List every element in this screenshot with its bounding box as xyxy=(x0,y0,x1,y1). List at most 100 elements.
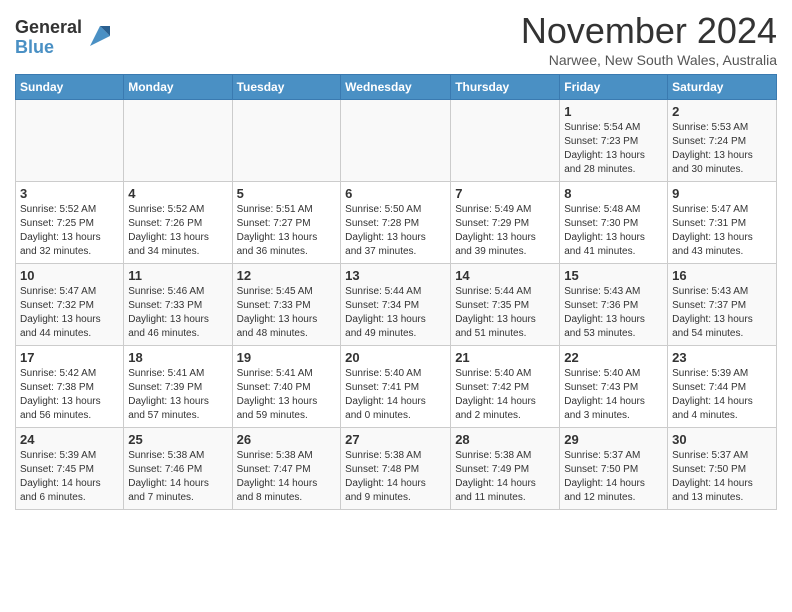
calendar-cell: 3Sunrise: 5:52 AM Sunset: 7:25 PM Daylig… xyxy=(16,182,124,264)
day-number: 8 xyxy=(564,186,663,201)
logo-general-text: General xyxy=(15,18,82,38)
day-info: Sunrise: 5:47 AM Sunset: 7:32 PM Dayligh… xyxy=(20,285,119,341)
day-info: Sunrise: 5:49 AM Sunset: 7:29 PM Dayligh… xyxy=(455,203,555,259)
day-number: 19 xyxy=(237,350,337,365)
day-number: 12 xyxy=(237,268,337,283)
calendar-cell: 23 Sunrise: 5:39 AM Sunset: 7:44 PM Dayli… xyxy=(668,346,777,428)
day-number: 27 xyxy=(345,432,446,447)
day-info: Sunrise: 5:43 AM Sunset: 7:36 PM Dayligh… xyxy=(564,285,663,341)
calendar-cell xyxy=(341,100,451,182)
day-number: 11 xyxy=(128,268,227,283)
logo-icon xyxy=(86,22,114,50)
calendar-cell: 30Sunrise: 5:37 AM Sunset: 7:50 PM Dayli… xyxy=(668,428,777,510)
day-info: Sunrise: 5:44 AM Sunset: 7:34 PM Dayligh… xyxy=(345,285,446,341)
location-text: Narwee, New South Wales, Australia xyxy=(521,52,777,68)
calendar-cell: 24Sunrise: 5:39 AM Sunset: 7:45 PM Dayli… xyxy=(16,428,124,510)
calendar-cell: 10 Sunrise: 5:47 AM Sunset: 7:32 PM Dayli… xyxy=(16,264,124,346)
day-number: 14 xyxy=(455,268,555,283)
day-info: Sunrise: 5:38 AM Sunset: 7:46 PM Dayligh… xyxy=(128,449,227,505)
calendar-cell: 9 Sunrise: 5:47 AM Sunset: 7:31 PM Daylig… xyxy=(668,182,777,264)
calendar-cell: 19Sunrise: 5:41 AM Sunset: 7:40 PM Dayli… xyxy=(232,346,341,428)
weekday-header-tuesday: Tuesday xyxy=(232,75,341,100)
calendar-cell: 8Sunrise: 5:48 AM Sunset: 7:30 PM Daylig… xyxy=(560,182,668,264)
day-number: 4 xyxy=(128,186,227,201)
day-number: 5 xyxy=(237,186,337,201)
day-number: 30 xyxy=(672,432,772,447)
calendar-cell: 22 Sunrise: 5:40 AM Sunset: 7:43 PM Dayli… xyxy=(560,346,668,428)
day-info: Sunrise: 5:37 AM Sunset: 7:50 PM Dayligh… xyxy=(564,449,663,505)
day-number: 1 xyxy=(564,104,663,119)
calendar-cell: 16 Sunrise: 5:43 AM Sunset: 7:37 PM Dayli… xyxy=(668,264,777,346)
day-number: 20 xyxy=(345,350,446,365)
day-info: Sunrise: 5:38 AM Sunset: 7:48 PM Dayligh… xyxy=(345,449,446,505)
day-info: Sunrise: 5:40 AM Sunset: 7:42 PM Dayligh… xyxy=(455,367,555,423)
calendar-cell: 20 Sunrise: 5:40 AM Sunset: 7:41 PM Dayli… xyxy=(341,346,451,428)
calendar-cell: 28 Sunrise: 5:38 AM Sunset: 7:49 PM Dayli… xyxy=(451,428,560,510)
day-info: Sunrise: 5:38 AM Sunset: 7:49 PM Dayligh… xyxy=(455,449,555,505)
calendar-cell xyxy=(451,100,560,182)
weekday-header-row: SundayMondayTuesdayWednesdayThursdayFrid… xyxy=(16,75,777,100)
day-info: Sunrise: 5:45 AM Sunset: 7:33 PM Dayligh… xyxy=(237,285,337,341)
day-number: 23 xyxy=(672,350,772,365)
day-info: Sunrise: 5:52 AM Sunset: 7:26 PM Dayligh… xyxy=(128,203,227,259)
day-number: 22 xyxy=(564,350,663,365)
calendar-cell: 11Sunrise: 5:46 AM Sunset: 7:33 PM Dayli… xyxy=(124,264,232,346)
day-info: Sunrise: 5:41 AM Sunset: 7:39 PM Dayligh… xyxy=(128,367,227,423)
day-info: Sunrise: 5:40 AM Sunset: 7:43 PM Dayligh… xyxy=(564,367,663,423)
day-number: 15 xyxy=(564,268,663,283)
calendar-cell: 15 Sunrise: 5:43 AM Sunset: 7:36 PM Dayli… xyxy=(560,264,668,346)
calendar-cell: 27 Sunrise: 5:38 AM Sunset: 7:48 PM Dayli… xyxy=(341,428,451,510)
weekday-header-wednesday: Wednesday xyxy=(341,75,451,100)
calendar-cell: 2 Sunrise: 5:53 AM Sunset: 7:24 PM Daylig… xyxy=(668,100,777,182)
calendar-table: SundayMondayTuesdayWednesdayThursdayFrid… xyxy=(15,74,777,510)
calendar-cell: 18 Sunrise: 5:41 AM Sunset: 7:39 PM Dayli… xyxy=(124,346,232,428)
day-info: Sunrise: 5:47 AM Sunset: 7:31 PM Dayligh… xyxy=(672,203,772,259)
calendar-week-row: 10 Sunrise: 5:47 AM Sunset: 7:32 PM Dayli… xyxy=(16,264,777,346)
day-number: 6 xyxy=(345,186,446,201)
day-info: Sunrise: 5:51 AM Sunset: 7:27 PM Dayligh… xyxy=(237,203,337,259)
day-info: Sunrise: 5:43 AM Sunset: 7:37 PM Dayligh… xyxy=(672,285,772,341)
day-info: Sunrise: 5:44 AM Sunset: 7:35 PM Dayligh… xyxy=(455,285,555,341)
day-number: 26 xyxy=(237,432,337,447)
day-info: Sunrise: 5:38 AM Sunset: 7:47 PM Dayligh… xyxy=(237,449,337,505)
logo-blue-text: Blue xyxy=(15,38,82,58)
day-info: Sunrise: 5:50 AM Sunset: 7:28 PM Dayligh… xyxy=(345,203,446,259)
day-number: 18 xyxy=(128,350,227,365)
calendar-cell: 25 Sunrise: 5:38 AM Sunset: 7:46 PM Dayli… xyxy=(124,428,232,510)
day-number: 2 xyxy=(672,104,772,119)
day-number: 28 xyxy=(455,432,555,447)
day-info: Sunrise: 5:53 AM Sunset: 7:24 PM Dayligh… xyxy=(672,121,772,177)
calendar-cell: 7 Sunrise: 5:49 AM Sunset: 7:29 PM Daylig… xyxy=(451,182,560,264)
day-number: 7 xyxy=(455,186,555,201)
day-number: 10 xyxy=(20,268,119,283)
weekday-header-thursday: Thursday xyxy=(451,75,560,100)
day-number: 17 xyxy=(20,350,119,365)
calendar-cell xyxy=(232,100,341,182)
day-number: 3 xyxy=(20,186,119,201)
day-number: 13 xyxy=(345,268,446,283)
weekday-header-friday: Friday xyxy=(560,75,668,100)
calendar-cell xyxy=(16,100,124,182)
calendar-cell: 14 Sunrise: 5:44 AM Sunset: 7:35 PM Dayli… xyxy=(451,264,560,346)
calendar-cell: 5 Sunrise: 5:51 AM Sunset: 7:27 PM Daylig… xyxy=(232,182,341,264)
day-info: Sunrise: 5:54 AM Sunset: 7:23 PM Dayligh… xyxy=(564,121,663,177)
calendar-week-row: 3Sunrise: 5:52 AM Sunset: 7:25 PM Daylig… xyxy=(16,182,777,264)
month-title: November 2024 xyxy=(521,10,777,52)
calendar-cell: 4 Sunrise: 5:52 AM Sunset: 7:26 PM Daylig… xyxy=(124,182,232,264)
day-info: Sunrise: 5:42 AM Sunset: 7:38 PM Dayligh… xyxy=(20,367,119,423)
calendar-cell xyxy=(124,100,232,182)
calendar-cell: 6 Sunrise: 5:50 AM Sunset: 7:28 PM Daylig… xyxy=(341,182,451,264)
day-number: 16 xyxy=(672,268,772,283)
day-number: 25 xyxy=(128,432,227,447)
calendar-cell: 12 Sunrise: 5:45 AM Sunset: 7:33 PM Dayli… xyxy=(232,264,341,346)
calendar-cell: 26 Sunrise: 5:38 AM Sunset: 7:47 PM Dayli… xyxy=(232,428,341,510)
weekday-header-sunday: Sunday xyxy=(16,75,124,100)
calendar-cell: 29Sunrise: 5:37 AM Sunset: 7:50 PM Dayli… xyxy=(560,428,668,510)
calendar-cell: 1 Sunrise: 5:54 AM Sunset: 7:23 PM Daylig… xyxy=(560,100,668,182)
day-number: 9 xyxy=(672,186,772,201)
day-info: Sunrise: 5:40 AM Sunset: 7:41 PM Dayligh… xyxy=(345,367,446,423)
logo: General Blue xyxy=(15,18,114,58)
day-info: Sunrise: 5:39 AM Sunset: 7:44 PM Dayligh… xyxy=(672,367,772,423)
calendar-week-row: 17 Sunrise: 5:42 AM Sunset: 7:38 PM Dayli… xyxy=(16,346,777,428)
calendar-cell: 13 Sunrise: 5:44 AM Sunset: 7:34 PM Dayli… xyxy=(341,264,451,346)
